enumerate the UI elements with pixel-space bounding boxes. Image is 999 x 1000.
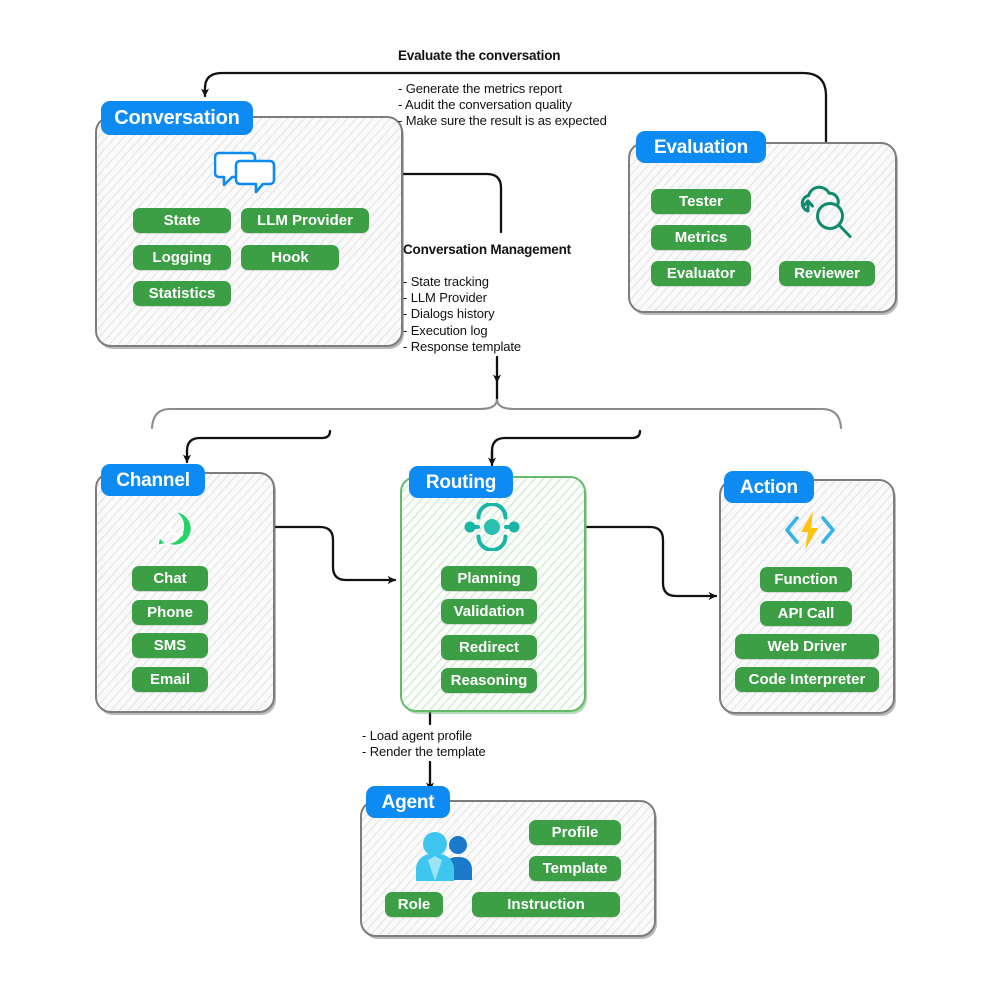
pill-api-call[interactable]: API Call [760,601,852,626]
pill-reviewer[interactable]: Reviewer [779,261,875,286]
note-conversation-management-body: - State tracking - LLM Provider - Dialog… [403,274,522,354]
panel-title-routing: Routing [409,466,513,498]
note-evaluate-title: Evaluate the conversation [398,48,561,63]
panel-title-evaluation: Evaluation [636,131,766,163]
chat-bubbles-icon [213,147,278,195]
note-agent-flow-body: - Load agent profile - Render the templa… [362,728,486,760]
pill-hook[interactable]: Hook [241,245,339,270]
pill-metrics[interactable]: Metrics [651,225,751,250]
pill-planning[interactable]: Planning [441,566,537,591]
pill-template[interactable]: Template [529,856,621,881]
panel-title-conversation: Conversation [101,101,253,135]
pill-llm-provider[interactable]: LLM Provider [241,208,369,233]
pill-redirect[interactable]: Redirect [441,635,537,660]
pill-logging[interactable]: Logging [133,245,231,270]
pill-phone[interactable]: Phone [132,600,208,625]
pill-role[interactable]: Role [385,892,443,917]
panel-title-agent: Agent [366,786,450,818]
note-evaluate-body: - Generate the metrics report - Audit th… [398,81,607,129]
pill-web-driver[interactable]: Web Driver [735,634,879,659]
panel-title-channel: Channel [101,464,205,496]
routing-target-icon [459,502,525,552]
pill-instruction[interactable]: Instruction [472,892,620,917]
pill-reasoning[interactable]: Reasoning [441,668,537,693]
pill-code-interpreter[interactable]: Code Interpreter [735,667,879,692]
whatsapp-icon [156,510,193,547]
cloud-magnifier-icon [794,183,856,241]
note-conversation-management-title: Conversation Management [403,242,571,257]
pill-validation[interactable]: Validation [441,599,537,624]
pill-statistics[interactable]: Statistics [133,281,231,306]
two-users-icon [412,828,474,882]
pill-function[interactable]: Function [760,567,852,592]
pill-state[interactable]: State [133,208,231,233]
pill-email[interactable]: Email [132,667,208,692]
pill-chat[interactable]: Chat [132,566,208,591]
panel-title-action: Action [724,471,814,503]
architecture-diagram: Conversation State LLM Provider Logging … [0,0,999,1000]
pill-profile[interactable]: Profile [529,820,621,845]
pill-sms[interactable]: SMS [132,633,208,658]
pill-tester[interactable]: Tester [651,189,751,214]
azure-function-icon [782,508,838,552]
pill-evaluator[interactable]: Evaluator [651,261,751,286]
